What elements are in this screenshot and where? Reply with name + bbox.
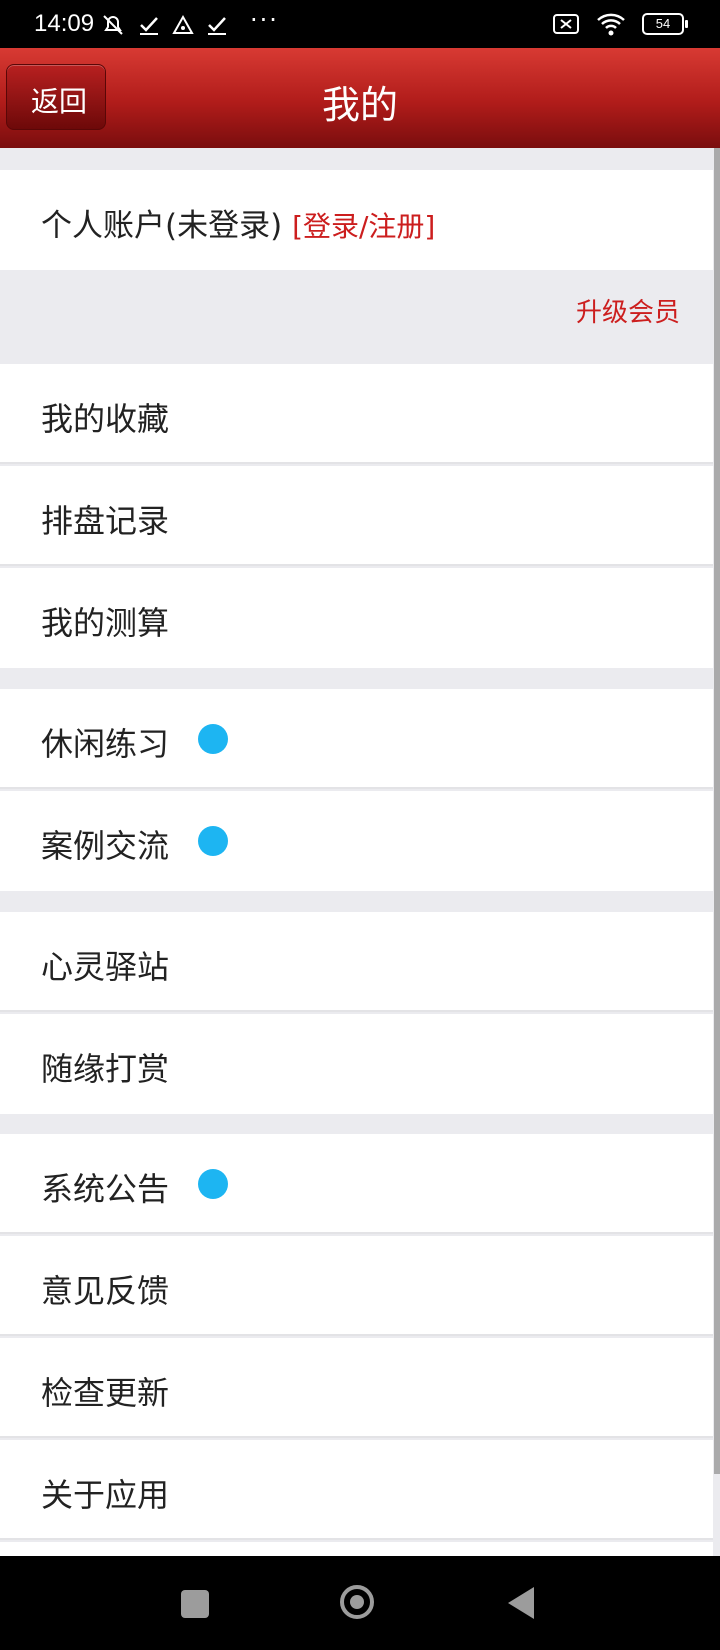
menu-item-about[interactable]: 关于应用 <box>0 1440 713 1540</box>
account-row[interactable]: 个人账户(未登录) [登录/注册] <box>0 170 713 270</box>
upgrade-member-link[interactable]: 升级会员 <box>576 292 680 329</box>
menu-item-announcements[interactable]: 系统公告 <box>0 1134 713 1234</box>
menu-item-soul-station[interactable]: 心灵驿站 <box>0 912 713 1012</box>
menu-item-label: 意见反馈 <box>41 1272 170 1310</box>
battery-icon: 54 <box>642 13 688 35</box>
menu-item-label: 休闲练习 <box>41 725 170 763</box>
no-sim-icon <box>553 14 579 34</box>
new-badge-dot <box>198 1169 228 1199</box>
more-notifications-icon: ··· <box>250 6 279 34</box>
menu-item-label: 案例交流 <box>41 827 170 865</box>
menu-item-label: 心灵驿站 <box>41 948 170 986</box>
menu-item-label: 检查更新 <box>41 1374 170 1412</box>
check-icon <box>140 17 158 35</box>
recent-apps-icon[interactable] <box>181 1590 209 1618</box>
wifi-icon <box>597 13 625 36</box>
mute-bell-icon <box>103 15 123 35</box>
scrollbar[interactable] <box>714 148 720 1474</box>
account-label: 个人账户(未登录) [登录/注册] <box>41 200 435 245</box>
menu-item-tip[interactable]: 随缘打赏 <box>0 1014 713 1114</box>
menu-item-practice[interactable]: 休闲练习 <box>0 689 713 789</box>
menu-item-label: 关于应用 <box>41 1476 170 1514</box>
system-nav-bar <box>0 1556 720 1650</box>
menu-item-label: 我的测算 <box>41 604 170 642</box>
triangle-icon <box>172 14 194 34</box>
status-time: 14:09 <box>34 10 95 37</box>
menu-item-favorites[interactable]: 我的收藏 <box>0 364 713 464</box>
menu-item-case-exchange[interactable]: 案例交流 <box>0 791 713 891</box>
account-status-text: 个人账户(未登录) <box>41 208 283 244</box>
settings-list: 个人账户(未登录) [登录/注册] 升级会员 我的收藏 排盘记录 我的测算 休闲… <box>0 148 720 1556</box>
status-bar: 14:09 ··· 54 <box>0 0 720 52</box>
menu-item-chart-records[interactable]: 排盘记录 <box>0 466 713 566</box>
login-register-link[interactable]: [登录/注册] <box>292 210 435 243</box>
back-triangle-icon[interactable] <box>508 1587 534 1619</box>
new-badge-dot <box>198 724 228 754</box>
home-icon[interactable] <box>340 1585 374 1619</box>
menu-item-label: 我的收藏 <box>41 400 170 438</box>
app-header: 返回 我的 <box>0 48 720 148</box>
menu-item-my-readings[interactable]: 我的测算 <box>0 568 713 668</box>
menu-item-feedback[interactable]: 意见反馈 <box>0 1236 713 1336</box>
system-icons: 54 <box>552 12 688 36</box>
check-icon <box>208 17 226 35</box>
menu-item-check-update[interactable]: 检查更新 <box>0 1338 713 1438</box>
menu-item-label: 随缘打赏 <box>41 1050 170 1088</box>
list-bottom-edge <box>0 1542 713 1556</box>
page-title: 我的 <box>321 83 398 127</box>
menu-item-label: 排盘记录 <box>41 502 170 540</box>
menu-item-label: 系统公告 <box>41 1170 170 1208</box>
notification-icons <box>100 12 228 38</box>
new-badge-dot <box>198 826 228 856</box>
